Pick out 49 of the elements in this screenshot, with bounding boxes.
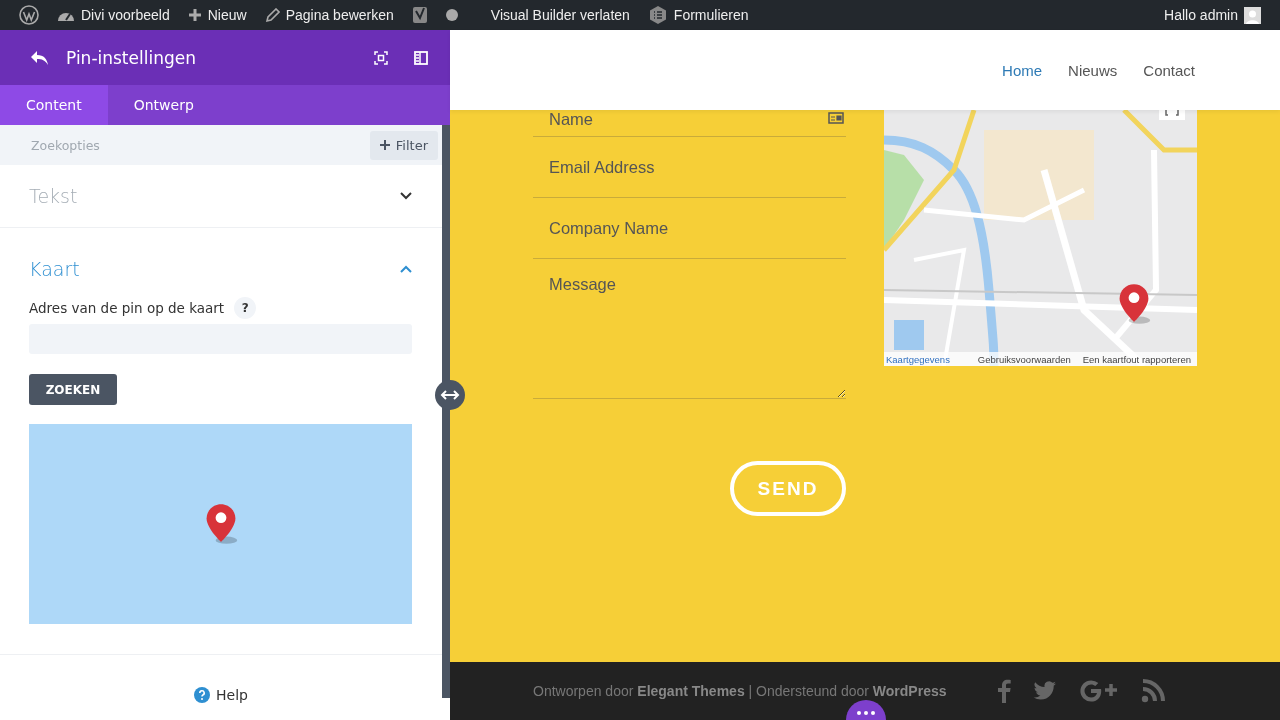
footer-credits: Ontworpen door Elegant Themes | Ondersteund door WordPress bbox=[533, 683, 947, 699]
admin-bar-link[interactable]: Pagina bewerken bbox=[285, 7, 394, 23]
undo-icon[interactable] bbox=[30, 49, 50, 66]
chevron-up-icon[interactable] bbox=[400, 265, 412, 273]
fullscreen-icon[interactable] bbox=[1159, 110, 1185, 120]
greeting-link[interactable]: Hallo admin bbox=[1164, 7, 1238, 23]
pencil-icon bbox=[264, 7, 280, 23]
form-field[interactable]: Name bbox=[549, 110, 828, 129]
tab[interactable]: Ontwerp bbox=[107, 85, 220, 125]
admin-bar-link[interactable]: Formulieren bbox=[673, 7, 749, 23]
admin-bar-link[interactable]: Divi voorbeeld bbox=[81, 7, 170, 23]
panel-title: Pin-instellingen bbox=[66, 47, 197, 68]
yoast-logo-icon[interactable] bbox=[411, 5, 428, 25]
filter-button[interactable]: Filter bbox=[369, 130, 438, 160]
section-title[interactable]: Kaart bbox=[29, 258, 80, 280]
form-field[interactable]: Company Name bbox=[549, 218, 846, 238]
map-link[interactable]: Kaartgegevens bbox=[884, 353, 950, 365]
help-link[interactable]: Help bbox=[194, 687, 248, 703]
avatar-icon bbox=[1244, 6, 1261, 24]
rss-icon[interactable] bbox=[1140, 679, 1165, 703]
sidebar-layout-icon[interactable] bbox=[414, 50, 428, 65]
admin-bar-link[interactable]: Visual Builder verlaten bbox=[490, 7, 630, 23]
facebook-icon[interactable] bbox=[996, 679, 1011, 703]
nav-link[interactable]: Home bbox=[1002, 61, 1043, 79]
tab[interactable]: Content bbox=[0, 85, 108, 125]
map-link[interactable]: Een kaartfout rapporteren bbox=[1082, 353, 1191, 365]
map-link[interactable]: Gebruiksvoorwaarden bbox=[977, 353, 1071, 365]
help-badge[interactable]: ? bbox=[234, 297, 257, 319]
form-field[interactable]: Email Address bbox=[549, 157, 846, 177]
field-label: Adres van de pin op de kaart bbox=[29, 300, 225, 316]
scrollbar[interactable] bbox=[442, 125, 450, 698]
status-dot-icon bbox=[445, 9, 458, 21]
forms-icon bbox=[647, 5, 668, 25]
twitter-icon[interactable] bbox=[1032, 681, 1057, 701]
admin-bar-link[interactable]: Nieuw bbox=[207, 7, 247, 23]
plus-icon bbox=[187, 8, 202, 22]
contact-card-icon bbox=[828, 112, 844, 124]
message-field[interactable]: Message bbox=[533, 259, 846, 399]
nav-link[interactable]: Contact bbox=[1143, 61, 1195, 79]
search-field[interactable]: Zoekopties Filter bbox=[0, 125, 442, 165]
help-icon bbox=[194, 687, 211, 703]
focus-icon[interactable] bbox=[374, 50, 388, 65]
nav-link[interactable]: Nieuws bbox=[1068, 61, 1118, 79]
plus-icon bbox=[379, 140, 390, 150]
google-plus-icon[interactable] bbox=[1078, 680, 1119, 702]
wordpress-logo-icon[interactable] bbox=[19, 5, 39, 25]
search-button[interactable]: ZOEKEN bbox=[29, 374, 117, 405]
more-icon bbox=[857, 711, 875, 715]
chevron-down-icon[interactable] bbox=[400, 192, 412, 200]
